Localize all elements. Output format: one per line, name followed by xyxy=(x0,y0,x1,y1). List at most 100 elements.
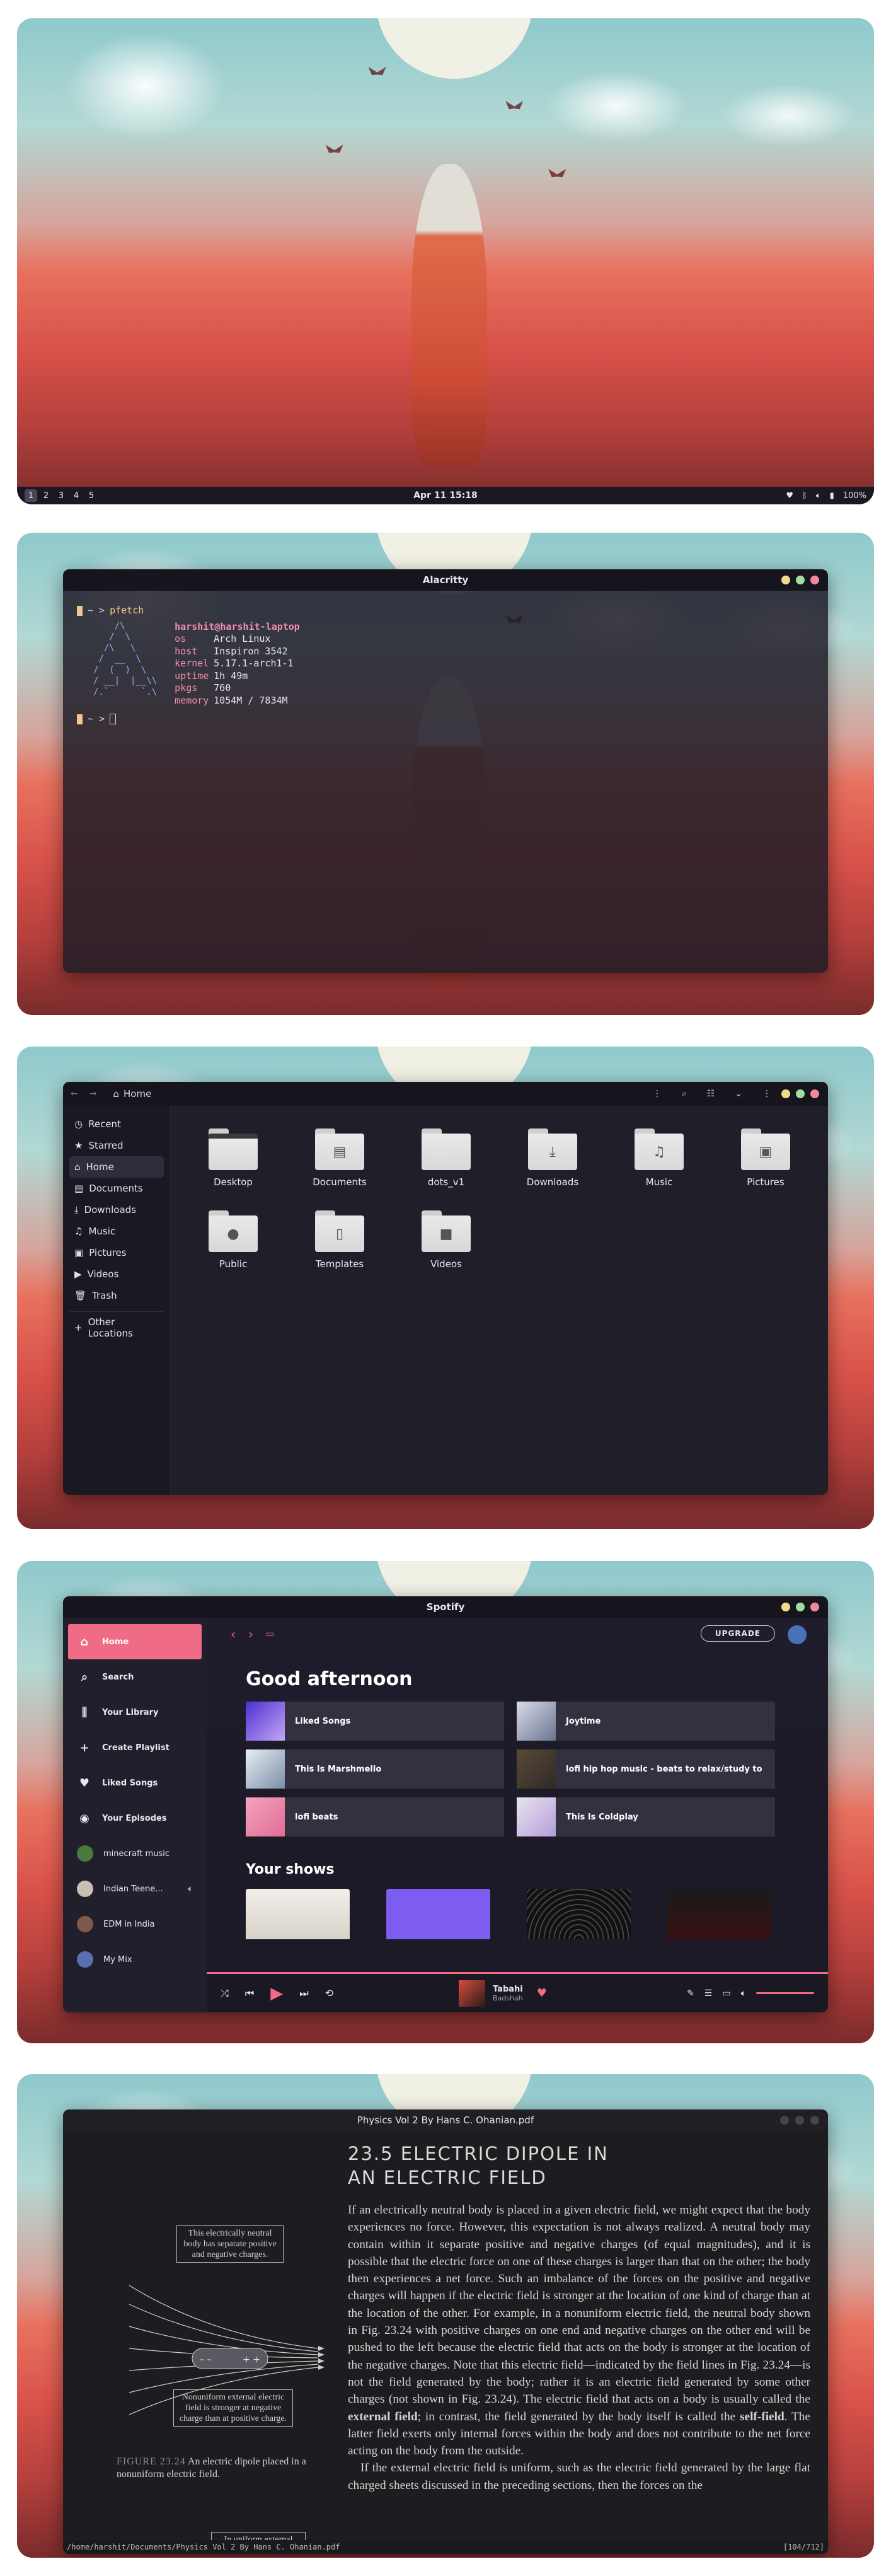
previous-icon[interactable]: ⏮︎ xyxy=(245,1987,254,2000)
forward-arrow-icon[interactable]: → xyxy=(89,1089,97,1099)
sidebar-item-other-locations[interactable]: + Other Locations xyxy=(69,1316,164,1339)
nav-home[interactable]: ⌂ Home xyxy=(68,1624,202,1659)
chevron-right-icon[interactable]: › xyxy=(248,1627,253,1642)
chevron-down-icon[interactable]: ⌄ xyxy=(735,1089,742,1099)
quick-pick-tile[interactable]: This Is Marshmello xyxy=(246,1749,504,1789)
avatar[interactable] xyxy=(788,1625,807,1644)
sidebar-item-label: Home xyxy=(86,1161,114,1173)
volume-icon[interactable]: 🔈︎ xyxy=(741,1988,746,1999)
devices-icon[interactable]: ▭ xyxy=(722,1988,730,1999)
minimize-button[interactable] xyxy=(780,2116,789,2125)
show-card[interactable] xyxy=(246,1889,350,1939)
quick-pick-tile[interactable]: lofi beats xyxy=(246,1797,504,1836)
play-icon[interactable]: ▶ xyxy=(270,1984,283,2003)
folder-item[interactable]: dots_v1 xyxy=(399,1123,493,1205)
sidebar-item-videos[interactable]: ▶ Videos xyxy=(69,1263,164,1285)
spotify-window[interactable]: Spotify ⌂ Home ⌕ Search ⫼ Your Library + Cre… xyxy=(63,1596,828,2012)
cast-icon[interactable]: ▭ xyxy=(266,1629,274,1639)
minimize-button[interactable] xyxy=(781,1089,790,1098)
playlist-item[interactable]: EDM in India xyxy=(68,1906,202,1942)
workspace-switcher[interactable]: 1 2 3 4 5 xyxy=(25,489,98,502)
sidebar-item-recent[interactable]: ◷ Recent xyxy=(69,1113,164,1135)
sidebar-item-music[interactable]: ♫ Music xyxy=(69,1221,164,1242)
sidebar-item-pictures[interactable]: ▣ Pictures xyxy=(69,1242,164,1263)
show-card[interactable] xyxy=(527,1889,631,1939)
sidebar-item-documents[interactable]: ▤ Documents xyxy=(69,1178,164,1199)
volume-icon[interactable]: 🔈︎ xyxy=(816,491,821,501)
workspace-3[interactable]: 3 xyxy=(55,489,67,502)
maximize-button[interactable] xyxy=(796,576,805,584)
workspace-5[interactable]: 5 xyxy=(85,489,98,502)
back-arrow-icon[interactable]: ← xyxy=(71,1089,78,1099)
folder-item[interactable]: ♫ Music xyxy=(612,1123,706,1205)
folder-item[interactable]: ● Public xyxy=(186,1205,280,1287)
quick-pick-tile[interactable]: lofi hip hop music - beats to relax/stud… xyxy=(517,1749,775,1789)
view-list-icon[interactable]: ☷ xyxy=(707,1089,715,1099)
nav-create-playlist[interactable]: + Create Playlist xyxy=(68,1730,202,1765)
shuffle-icon[interactable]: ⤮ xyxy=(221,1987,229,2000)
next-icon[interactable]: ⏭︎ xyxy=(299,1987,308,2000)
upgrade-button[interactable]: UPGRADE xyxy=(700,1625,775,1642)
minimize-button[interactable] xyxy=(781,576,790,584)
text-cursor[interactable] xyxy=(110,714,117,725)
maximize-button[interactable] xyxy=(796,1603,805,1611)
search-icon[interactable]: ⌕ xyxy=(682,1089,687,1099)
terminal-window[interactable]: Alacritty ~ > pfetch /\ / \ /\ \ / __ \ … xyxy=(63,569,828,973)
pdf-page[interactable]: 23.5 ELECTRIC DIPOLE IN AN ELECTRIC FIEL… xyxy=(63,2131,828,2554)
workspace-2[interactable]: 2 xyxy=(40,489,52,502)
folder-item[interactable]: ⤓ Downloads xyxy=(505,1123,600,1205)
track-artist[interactable]: Badshah xyxy=(493,1994,523,2002)
folder-item[interactable]: Desktop xyxy=(186,1123,280,1205)
folder-label: dots_v1 xyxy=(427,1176,465,1188)
nav-your-library[interactable]: ⫼ Your Library xyxy=(68,1695,202,1730)
queue-icon[interactable]: ☰ xyxy=(704,1988,713,1999)
show-card[interactable] xyxy=(386,1889,490,1939)
bluetooth-icon[interactable]: ᛒ xyxy=(802,491,807,501)
repeat-icon[interactable]: ⟲ xyxy=(325,1987,333,1999)
more-icon[interactable]: ⋮ xyxy=(653,1089,662,1099)
path-bar[interactable]: ⌂ Home xyxy=(113,1088,151,1099)
menu-icon[interactable]: ⋮ xyxy=(762,1089,771,1099)
playlist-item[interactable]: Indian Teene... 🔈︎ xyxy=(68,1871,202,1906)
quick-pick-tile[interactable]: This Is Coldplay xyxy=(517,1797,775,1836)
quick-pick-tile[interactable]: Joytime xyxy=(517,1702,775,1741)
close-button[interactable] xyxy=(810,2116,819,2125)
folder-item[interactable]: ▯ Templates xyxy=(292,1205,387,1287)
show-card[interactable] xyxy=(667,1889,771,1939)
sidebar-item-downloads[interactable]: ⤓ Downloads xyxy=(69,1199,164,1221)
close-button[interactable] xyxy=(810,1089,819,1098)
volume-slider[interactable] xyxy=(756,1992,814,1994)
window-titlebar[interactable]: Spotify xyxy=(63,1596,828,1618)
chevron-left-icon[interactable]: ‹ xyxy=(231,1627,236,1642)
window-titlebar[interactable]: Alacritty xyxy=(63,569,828,591)
close-button[interactable] xyxy=(810,576,819,584)
nav-liked-songs[interactable]: ♥ Liked Songs xyxy=(68,1765,202,1801)
track-title[interactable]: Tabahi xyxy=(493,1985,523,1994)
sidebar-item-home[interactable]: ⌂ Home xyxy=(69,1156,164,1178)
workspace-4[interactable]: 4 xyxy=(70,489,83,502)
quick-pick-tile[interactable]: Liked Songs xyxy=(246,1702,504,1741)
window-titlebar[interactable]: Physics Vol 2 By Hans C. Ohanian.pdf xyxy=(63,2109,828,2131)
nav-your-episodes[interactable]: ◉ Your Episodes xyxy=(68,1801,202,1836)
path-location[interactable]: Home xyxy=(124,1088,151,1099)
minimize-button[interactable] xyxy=(781,1603,790,1611)
heart-icon[interactable]: ♥ xyxy=(786,491,793,501)
file-manager-window[interactable]: ← → ⌂ Home ⋮ ⌕ ☷ ⌄ ⋮ ◷ Recent ★ Starred … xyxy=(63,1082,828,1495)
maximize-button[interactable] xyxy=(796,1089,805,1098)
folder-item[interactable]: ▣ Pictures xyxy=(718,1123,813,1205)
nav-search[interactable]: ⌕ Search xyxy=(68,1659,202,1695)
close-button[interactable] xyxy=(810,1603,819,1611)
playlist-item[interactable]: minecraft music xyxy=(68,1836,202,1871)
workspace-1[interactable]: 1 xyxy=(25,489,37,502)
pdf-viewer-window[interactable]: Physics Vol 2 By Hans C. Ohanian.pdf 23.… xyxy=(63,2109,828,2554)
playlist-item[interactable]: My Mix xyxy=(68,1942,202,1977)
microphone-icon[interactable]: ✎ xyxy=(687,1988,694,1999)
sidebar-item-trash[interactable]: 🗑︎ Trash xyxy=(69,1285,164,1306)
terminal-output[interactable]: ~ > pfetch /\ / \ /\ \ / __ \ / ( ) \ / … xyxy=(63,591,828,740)
like-heart-icon[interactable]: ♥ xyxy=(537,1987,547,2000)
album-cover[interactable] xyxy=(459,1980,485,2007)
folder-item[interactable]: ▤ Documents xyxy=(292,1123,387,1205)
maximize-button[interactable] xyxy=(795,2116,804,2125)
folder-item[interactable]: ■ Videos xyxy=(399,1205,493,1287)
sidebar-item-starred[interactable]: ★ Starred xyxy=(69,1135,164,1156)
